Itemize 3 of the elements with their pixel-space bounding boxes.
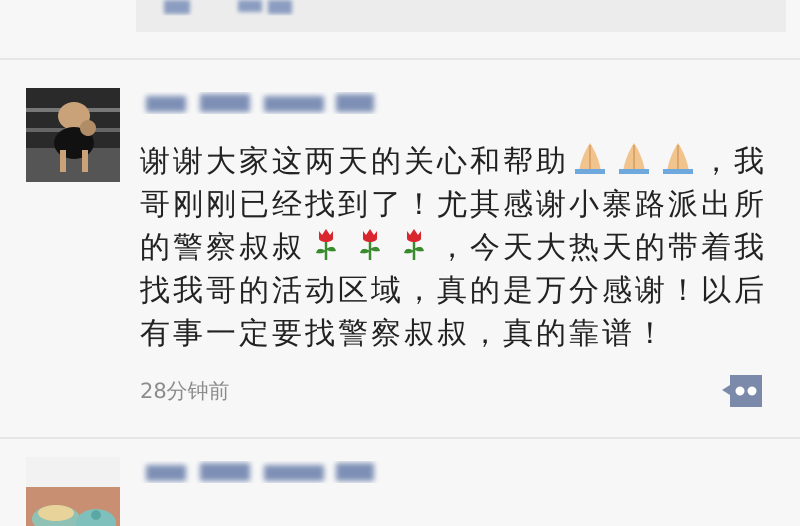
post-time: 28分钟前 <box>140 378 230 405</box>
comment-icon[interactable] <box>720 375 762 407</box>
post-text: 谢谢大家这两天的关心和帮助 ，我哥刚刚已经找到了！尤其感谢小寨路派出所的警察叔叔 ，今天大热天的带着我找我哥的活动区域，真的是万分感谢！以后有事一定要找警察叔叔，真的靠谱！ <box>140 140 790 355</box>
